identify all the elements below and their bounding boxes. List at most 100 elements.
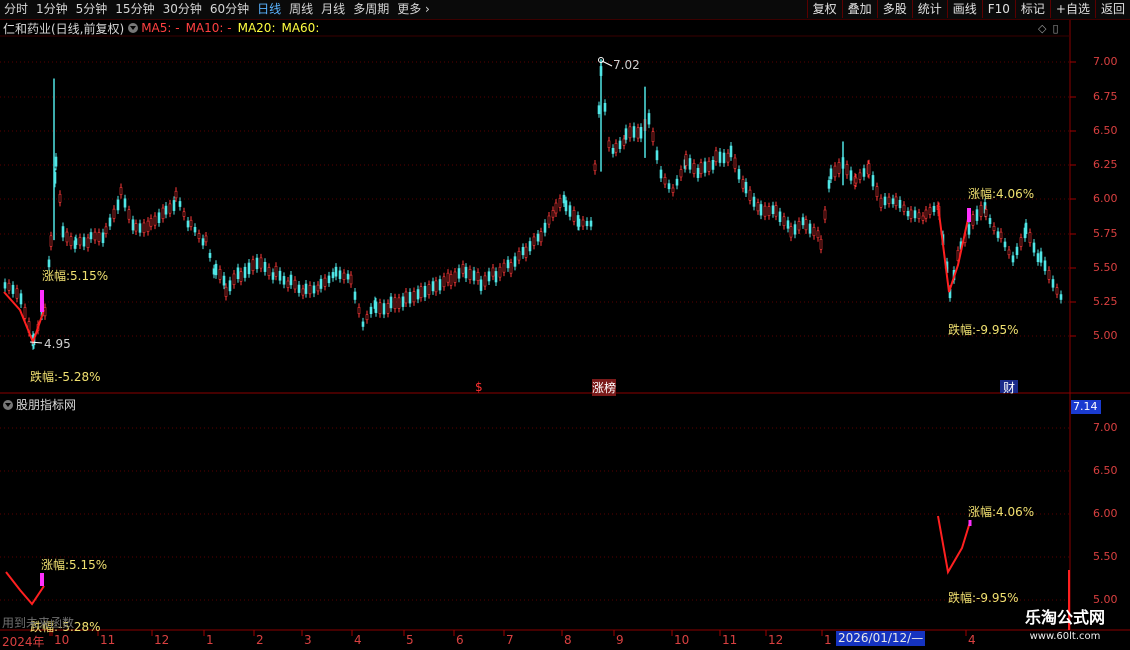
- candle-body: [178, 201, 182, 207]
- main-axis-tick: 5.50: [1093, 261, 1118, 274]
- candle-body: [797, 221, 801, 231]
- candle-body: [47, 259, 51, 268]
- rise-label-right: 涨幅:4.06%: [968, 187, 1035, 201]
- candle-body: [509, 262, 513, 274]
- sub-axis-tick: 7.00: [1093, 421, 1118, 434]
- candle-body: [251, 259, 255, 272]
- candle-body: [161, 207, 165, 219]
- indicator-dropdown-icon[interactable]: [3, 399, 13, 410]
- candle-body: [353, 291, 357, 300]
- candle-body: [589, 220, 593, 227]
- candle-body: [108, 217, 112, 227]
- event-finance-mark[interactable]: 财: [1003, 379, 1015, 396]
- candle-body: [696, 167, 700, 178]
- sub-fall-label-right: 跌幅:-9.95%: [948, 591, 1019, 605]
- current-price-box: 7.14: [1071, 400, 1101, 414]
- candle-body: [733, 157, 737, 169]
- candle-body: [54, 156, 58, 167]
- candle-body: [461, 264, 465, 274]
- candle-body: [208, 252, 212, 258]
- candle-body: [331, 272, 335, 279]
- candle-body: [204, 235, 208, 243]
- candle-body: [718, 151, 722, 163]
- date-tick: 12: [768, 633, 784, 647]
- candle-body: [483, 275, 487, 287]
- candle-body: [378, 302, 382, 315]
- main-axis-tick: 6.00: [1093, 192, 1118, 205]
- candle-body: [812, 227, 816, 237]
- watermark-title: 乐淘公式网: [1024, 608, 1105, 627]
- candle-body: [316, 284, 320, 292]
- candle-body: [267, 267, 271, 276]
- candle-body: [917, 212, 921, 219]
- candle-body: [442, 276, 446, 288]
- candle-body: [101, 232, 105, 244]
- candle-body: [722, 152, 726, 164]
- candle-body: [19, 293, 23, 305]
- candle-body: [771, 205, 775, 215]
- candle-body: [228, 280, 232, 292]
- candle-body: [278, 270, 282, 281]
- candle-body: [319, 278, 323, 289]
- candle-body: [193, 227, 197, 233]
- candle-body: [502, 262, 506, 273]
- sub-axis-tick: 5.00: [1093, 593, 1118, 606]
- candle-body: [624, 128, 628, 140]
- date-tick: 7: [506, 633, 514, 647]
- indicator-name[interactable]: 股朋指标网: [16, 396, 76, 413]
- date-tick: 5: [406, 633, 414, 647]
- candle-body: [786, 220, 790, 229]
- candle-body: [297, 284, 301, 293]
- candle-body: [967, 224, 971, 235]
- candle-body: [521, 247, 525, 256]
- candle-body: [692, 162, 696, 174]
- candle-body: [879, 197, 883, 208]
- candle-body: [759, 204, 763, 216]
- candle-body: [457, 268, 461, 279]
- candle-body: [236, 267, 240, 280]
- candle-body: [971, 214, 975, 226]
- candle-body: [271, 272, 275, 280]
- candle-body: [15, 288, 19, 299]
- event-limit-up-mark[interactable]: 涨榜: [592, 379, 617, 396]
- rise-label-left: 涨幅:5.15%: [42, 269, 109, 283]
- watermark-url: www.60lt.com: [1029, 631, 1101, 642]
- candle-body: [346, 273, 350, 280]
- candle-body: [688, 158, 692, 170]
- candle-body: [389, 296, 393, 309]
- sub-grid: [0, 427, 1070, 601]
- candle-body: [349, 274, 353, 285]
- candle-body: [453, 271, 457, 283]
- candle-body: [671, 187, 675, 193]
- candle-body: [898, 199, 902, 209]
- candle-body: [547, 215, 551, 225]
- candle-body: [891, 198, 895, 205]
- candle-body: [875, 186, 879, 197]
- date-tick: 1: [824, 633, 832, 647]
- candle-body: [854, 177, 858, 184]
- candle-body: [1032, 242, 1036, 253]
- candle-body: [239, 271, 243, 282]
- candle-body: [513, 256, 517, 267]
- sub-axis-tick: 6.00: [1093, 507, 1118, 520]
- candle-body: [801, 217, 805, 226]
- candle-body: [845, 164, 849, 176]
- event-dollar-mark[interactable]: $: [475, 380, 483, 394]
- high-price-label: 7.02: [613, 58, 640, 72]
- signal-lines: [3, 57, 1070, 630]
- candle-body: [412, 291, 416, 303]
- candlesticks: [3, 59, 1063, 350]
- candle-body: [397, 297, 401, 309]
- candle-body: [74, 238, 78, 245]
- candle-body: [543, 222, 547, 233]
- candle-body: [498, 266, 502, 278]
- candle-body: [382, 303, 386, 315]
- date-tick: 11: [722, 633, 738, 647]
- candle-body: [827, 180, 831, 189]
- candle-body: [894, 196, 898, 207]
- candle-body: [334, 266, 338, 277]
- candle-body: [778, 211, 782, 222]
- candle-body: [232, 273, 236, 286]
- candle-body: [804, 219, 808, 231]
- candle-body: [1036, 253, 1040, 263]
